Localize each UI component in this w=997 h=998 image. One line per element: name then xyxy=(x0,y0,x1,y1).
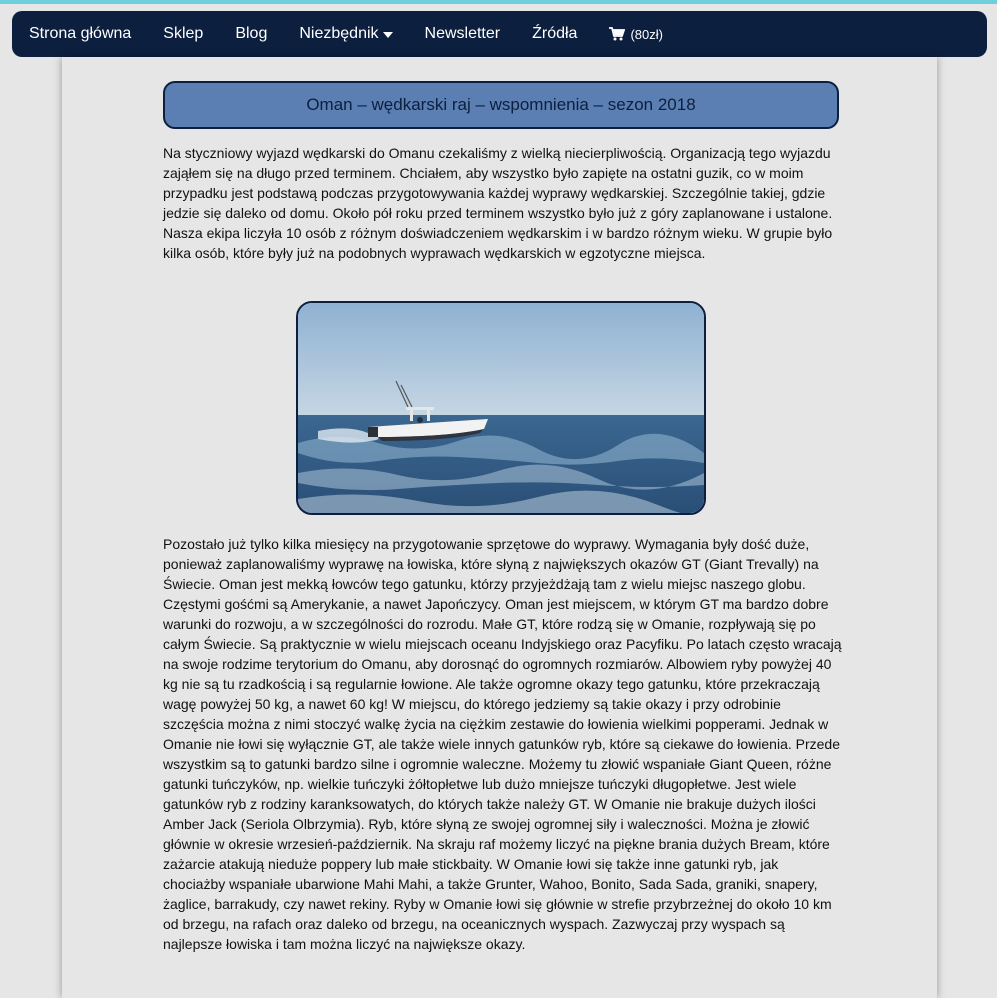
boat-photo-image xyxy=(298,303,704,513)
nav-newsletter[interactable]: Newsletter xyxy=(425,25,501,43)
nav-blog[interactable]: Blog xyxy=(235,25,267,43)
top-accent-line xyxy=(0,0,997,4)
nav-sources[interactable]: Źródła xyxy=(532,25,577,43)
cart-button[interactable]: (80zł) xyxy=(609,27,663,42)
shopping-cart-icon xyxy=(609,27,626,41)
nav-home[interactable]: Strona główna xyxy=(29,25,131,43)
fishing-boat-photo xyxy=(296,301,706,515)
main-navbar: Strona główna Sklep Blog Niezbędnik News… xyxy=(12,11,987,57)
article-title-box: Oman – wędkarski raj – wspomnienia – sez… xyxy=(163,81,839,129)
article-container: Oman – wędkarski raj – wspomnienia – sez… xyxy=(62,57,937,998)
cart-total: (80zł) xyxy=(630,26,663,42)
article-paragraph-2: Pozostało już tylko kilka miesięcy na pr… xyxy=(163,536,842,952)
caret-down-icon xyxy=(382,31,393,38)
nav-shop[interactable]: Sklep xyxy=(163,25,203,43)
article-paragraph-1: Na styczniowy wyjazd wędkarski do Omanu … xyxy=(163,145,833,261)
nav-essentials-dropdown[interactable]: Niezbędnik xyxy=(299,25,393,43)
nav-essentials-label: Niezbędnik xyxy=(299,25,379,42)
article-title: Oman – wędkarski raj – wspomnienia – sez… xyxy=(306,95,696,114)
